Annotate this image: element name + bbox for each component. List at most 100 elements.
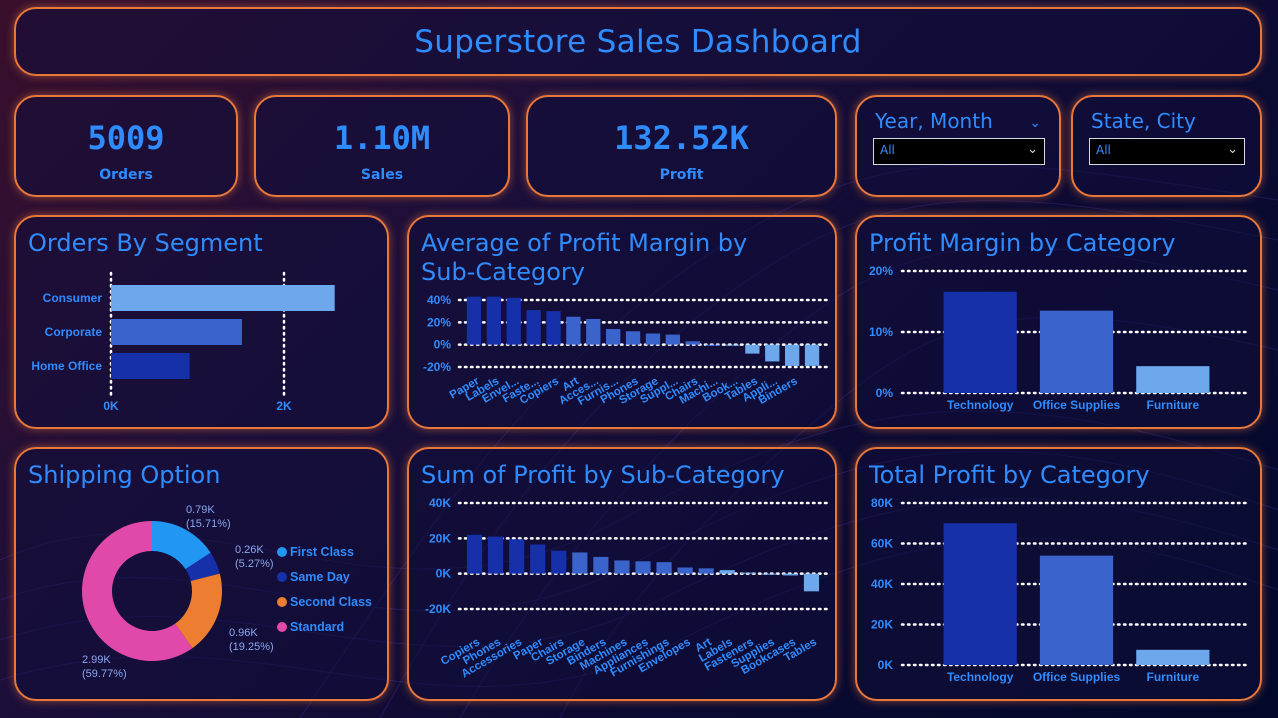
bar (804, 344, 820, 366)
tick-label: 0% (434, 338, 452, 352)
chevron-down-icon: ⌄ (1227, 142, 1238, 157)
sum-profit-chart: -20K0K20K40KCopiersPhonesAccessoriesPape… (425, 496, 829, 680)
bar (606, 329, 621, 345)
category-label: Office Supplies (1033, 398, 1121, 412)
category-label: Technology (947, 398, 1014, 412)
bar (586, 318, 601, 345)
kpi-profit-value: 132.52K (614, 119, 749, 157)
bar (677, 567, 693, 574)
bar (486, 296, 501, 345)
tick-label: -20% (423, 360, 451, 374)
dashboard-header: Superstore Sales Dashboard (14, 7, 1262, 76)
bar (572, 552, 588, 574)
bar (506, 297, 521, 345)
tick-label: 0% (876, 386, 894, 400)
bar (765, 344, 780, 362)
tick-label: 20% (869, 264, 893, 278)
legend-label: Same Day (290, 570, 350, 584)
tick-label: 40K (871, 577, 893, 591)
tick-label: 0K (878, 658, 894, 672)
data-label: (15.71%) (186, 518, 231, 530)
tick-label: 20K (429, 531, 451, 545)
legend-marker (277, 547, 287, 557)
data-label: (5.27%) (235, 558, 274, 570)
bar (466, 534, 483, 574)
data-label: 2.99K (82, 654, 111, 666)
bar (725, 344, 740, 346)
total-profit-category-chart: 0K 20K 40K 60K 80K Technology Office Supplies F… (871, 496, 1250, 684)
chevron-down-icon[interactable]: ⌄ (1029, 115, 1041, 131)
kpi-profit-label: Profit (659, 167, 704, 183)
tick-label: 0K (436, 567, 452, 581)
tick-label: 60K (871, 537, 893, 551)
legend-label: First Class (290, 545, 354, 559)
bar (740, 572, 756, 574)
bar (593, 556, 609, 574)
shipping-option-panel: Shipping Option 0.79K (15.71%) First Class… (14, 447, 389, 701)
bar (685, 341, 700, 345)
bar (761, 573, 777, 575)
bar (645, 333, 661, 345)
bar (530, 544, 546, 574)
bar (566, 316, 581, 345)
category-label: Furniture (1146, 398, 1199, 412)
filter-year-month-select[interactable]: All ⌄ (873, 138, 1045, 165)
bar (705, 344, 720, 346)
data-label: 0.79K (186, 504, 215, 516)
filter-year-month-label: Year, Month (875, 109, 993, 133)
legend-label: Second Class (290, 595, 372, 609)
bar (625, 331, 641, 345)
kpi-orders-label: Orders (99, 167, 153, 183)
bar (509, 539, 525, 574)
tick-label: 40% (427, 293, 451, 307)
bar (526, 310, 541, 345)
filter-state-city-select[interactable]: All ⌄ (1089, 138, 1245, 165)
filter-state-city-value: All (1096, 143, 1111, 157)
category-label: Technology (947, 670, 1014, 684)
bar (546, 311, 561, 345)
category-label: Corporate (45, 325, 103, 339)
dashboard-title: Superstore Sales Dashboard (414, 23, 862, 60)
profit-margin-category-chart: 0% 10% 20% Technology Office Supplies Furnitu… (869, 264, 1250, 412)
bar (466, 296, 482, 345)
bar (1136, 366, 1210, 393)
data-label: (19.25%) (229, 641, 274, 653)
avg-profit-margin-panel: Average of Profit Margin by Sub-Category… (407, 215, 837, 429)
bar (1039, 310, 1114, 393)
bar (698, 568, 714, 574)
tick-label: 80K (871, 496, 893, 510)
filter-year-month-value: All (880, 143, 895, 157)
filter-year-month-card: Year, Month ⌄ All ⌄ (855, 95, 1061, 197)
bar (614, 560, 630, 574)
bar (745, 344, 760, 354)
bar (635, 561, 651, 574)
bar (943, 523, 1017, 665)
bar (943, 291, 1017, 393)
legend-marker (277, 572, 287, 582)
kpi-sales-card: 1.10M Sales (254, 95, 510, 197)
tick-label: -20K (425, 602, 451, 616)
bar (1039, 555, 1114, 665)
tick-label: 0K (103, 399, 119, 413)
bar (1136, 649, 1210, 665)
chevron-down-icon: ⌄ (1027, 142, 1038, 157)
category-label: Furniture (1146, 670, 1199, 684)
sum-profit-panel: Sum of Profit by Sub-Category -20K 0K 20K 4… (407, 447, 837, 701)
tick-label: 40K (429, 496, 451, 510)
category-label: Home Office (31, 359, 102, 373)
legend-marker (277, 622, 287, 632)
kpi-sales-value: 1.10M (333, 119, 431, 157)
bar (803, 573, 820, 592)
kpi-profit-card: 132.52K Profit (526, 95, 837, 197)
filter-state-city-card: State, City All ⌄ (1071, 95, 1262, 197)
tick-label: 10% (869, 325, 893, 339)
legend-label: Standard (290, 620, 344, 634)
bar (656, 562, 672, 574)
bar (488, 536, 504, 574)
profit-margin-category-panel: Profit Margin by Category 0% 10% 20% Techno… (855, 215, 1262, 429)
legend-marker (277, 597, 287, 607)
data-label: (59.77%) (82, 668, 127, 680)
bar (782, 573, 798, 576)
bar (551, 550, 567, 574)
bar (111, 319, 242, 345)
